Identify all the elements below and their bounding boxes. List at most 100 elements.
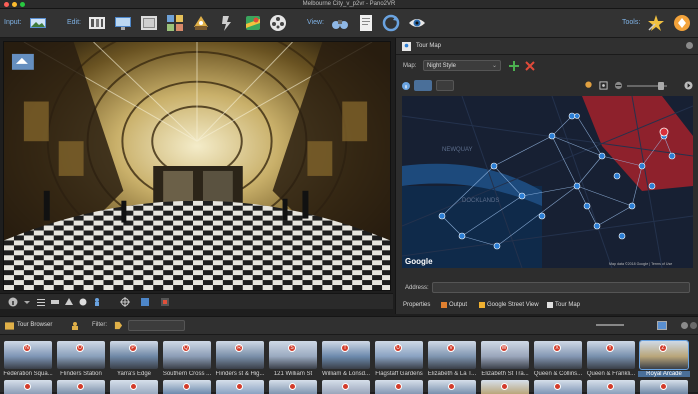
tab-tour-map-label: Tour Map <box>555 302 581 308</box>
output-tool-button[interactable] <box>671 12 693 34</box>
output-preview-icon[interactable] <box>140 297 150 307</box>
image-view-icon[interactable] <box>657 321 667 330</box>
map-pin-icon <box>501 383 508 390</box>
center-map-icon[interactable] <box>599 81 608 90</box>
add-map-icon[interactable] <box>509 61 519 71</box>
zoom-slider-handle[interactable] <box>658 82 664 90</box>
video-button[interactable] <box>267 12 289 34</box>
hotspot-tool-icon[interactable] <box>50 297 60 307</box>
panorama-import-icon <box>30 18 46 28</box>
images-icon <box>141 16 157 30</box>
tour-thumbnail[interactable]: N <box>4 341 52 369</box>
crosshair-icon[interactable] <box>120 297 130 307</box>
tour-thumbnail[interactable]: Q <box>163 341 211 369</box>
dropdown-arrow-icon[interactable] <box>22 297 32 307</box>
polygon-tool-icon[interactable] <box>64 297 74 307</box>
animation-button[interactable] <box>216 12 238 34</box>
maps-button[interactable] <box>242 12 264 34</box>
tour-map-tab-icon <box>547 302 553 308</box>
map-pin-icon: O <box>76 344 84 352</box>
map-attribution: Map data ©2018 Google | Terms of Use <box>609 262 672 266</box>
tour-thumbnail[interactable]: P <box>110 341 158 369</box>
input-label: Input: <box>4 19 22 26</box>
tour-thumbnail[interactable]: Y <box>587 341 635 369</box>
tour-thumbnail-label: Elizabeth & La T... <box>427 371 477 377</box>
person-tool-icon[interactable] <box>92 297 102 307</box>
film-reel-icon <box>270 15 286 31</box>
tour-thumbnail-label: Flagstaff Gardens <box>375 371 423 377</box>
pin-icon[interactable] <box>584 81 593 90</box>
tour-thumbnail[interactable]: X <box>534 341 582 369</box>
tour-browser-close-button[interactable] <box>681 322 688 329</box>
info-icon[interactable] <box>8 297 18 307</box>
patch-input-button[interactable] <box>112 12 134 34</box>
tour-thumbnail[interactable]: R <box>216 341 264 369</box>
arrow-right-icon[interactable] <box>684 81 693 90</box>
link-tool-button[interactable] <box>414 80 432 91</box>
tab-google-street-view[interactable]: Google Street View <box>479 302 539 308</box>
properties-view-button[interactable] <box>355 12 377 34</box>
list-icon[interactable] <box>36 297 46 307</box>
tour-map-panel: Tour Map Map: Night Style ⌄ NEWQUAY DOCK… <box>395 38 698 314</box>
address-input[interactable] <box>432 282 690 293</box>
output-icon <box>441 302 447 308</box>
tour-thumbnail-label: Flinders st & Hig... <box>215 371 265 377</box>
tour-thumbnail[interactable]: T <box>322 341 370 369</box>
filter-input[interactable] <box>128 320 185 331</box>
zoom-out-icon[interactable] <box>614 81 623 90</box>
tour-thumbnail-label: 121 William St <box>273 371 313 377</box>
map-pin-icon <box>130 383 137 390</box>
thumbnail-size-slider[interactable] <box>596 324 624 326</box>
tab-properties[interactable]: Properties <box>403 302 430 308</box>
pin-tool-button[interactable] <box>436 80 454 91</box>
map-pin-icon <box>77 383 84 390</box>
import-panorama-button[interactable] <box>27 12 49 34</box>
map-place-newquay: NEWQUAY <box>442 147 473 153</box>
info-icon[interactable] <box>402 82 410 90</box>
map-pin-icon <box>395 383 402 390</box>
tour-browser-title: Tour Browser <box>17 322 53 328</box>
tour-thumbnail[interactable]: O <box>57 341 105 369</box>
map-style-select[interactable]: Night Style ⌄ <box>423 60 501 71</box>
wizard-button[interactable] <box>645 12 667 34</box>
tab-output[interactable]: Output <box>441 302 467 308</box>
tour-thumbnail[interactable]: W <box>481 341 529 369</box>
edit-label: Edit: <box>67 19 82 26</box>
tour-thumbnail[interactable]: V <box>428 341 476 369</box>
sound-tool-icon[interactable] <box>78 297 88 307</box>
map-pin-icon <box>24 383 31 390</box>
magic-wand-icon <box>648 15 664 31</box>
map-pin-icon: Y <box>606 344 614 352</box>
record-icon[interactable] <box>160 297 170 307</box>
panel-close-button[interactable] <box>686 42 693 49</box>
tab-tour-map[interactable]: Tour Map <box>547 302 580 308</box>
images-button[interactable] <box>138 12 160 34</box>
tour-thumbnail-label: William & Lonsd... <box>321 371 370 377</box>
tour-browser-detach-button[interactable] <box>690 322 697 329</box>
tour-map[interactable]: NEWQUAY DOCKLANDS Google Map data ©2018 … <box>402 96 693 268</box>
preview-button[interactable] <box>406 12 428 34</box>
skin-editor-button[interactable] <box>190 12 212 34</box>
tour-thumbnail-label: Queen & Collins... <box>533 371 583 377</box>
tour-thumbnail-label: Federation Squa... <box>3 371 53 377</box>
tour-browser-view-button[interactable] <box>329 12 351 34</box>
delete-map-icon[interactable] <box>525 61 535 71</box>
tour-thumbnail[interactable]: S <box>269 341 317 369</box>
eye-icon <box>409 19 425 27</box>
panel-tabs: Properties Output Google Street View Tou… <box>399 300 698 312</box>
person-add-icon[interactable] <box>70 321 80 331</box>
viewing-parameters-button[interactable] <box>86 12 108 34</box>
skin-editor-icon <box>194 16 208 30</box>
main-toolbar: Input: Edit: View: Tools: <box>0 9 698 38</box>
tour-thumbnail[interactable]: U <box>375 341 423 369</box>
tour-thumbnail[interactable]: Z <box>639 340 689 370</box>
hotspots-button[interactable] <box>164 12 186 34</box>
street-view-icon <box>479 302 485 308</box>
panorama-viewer[interactable] <box>3 41 391 291</box>
refresh-view-button[interactable] <box>380 12 402 34</box>
tools-label: Tools: <box>622 19 641 26</box>
viewing-parameters-icon <box>89 17 105 29</box>
tag-icon[interactable] <box>114 321 123 330</box>
map-pin-icon: U <box>394 344 402 352</box>
address-row: Address: <box>401 282 696 294</box>
